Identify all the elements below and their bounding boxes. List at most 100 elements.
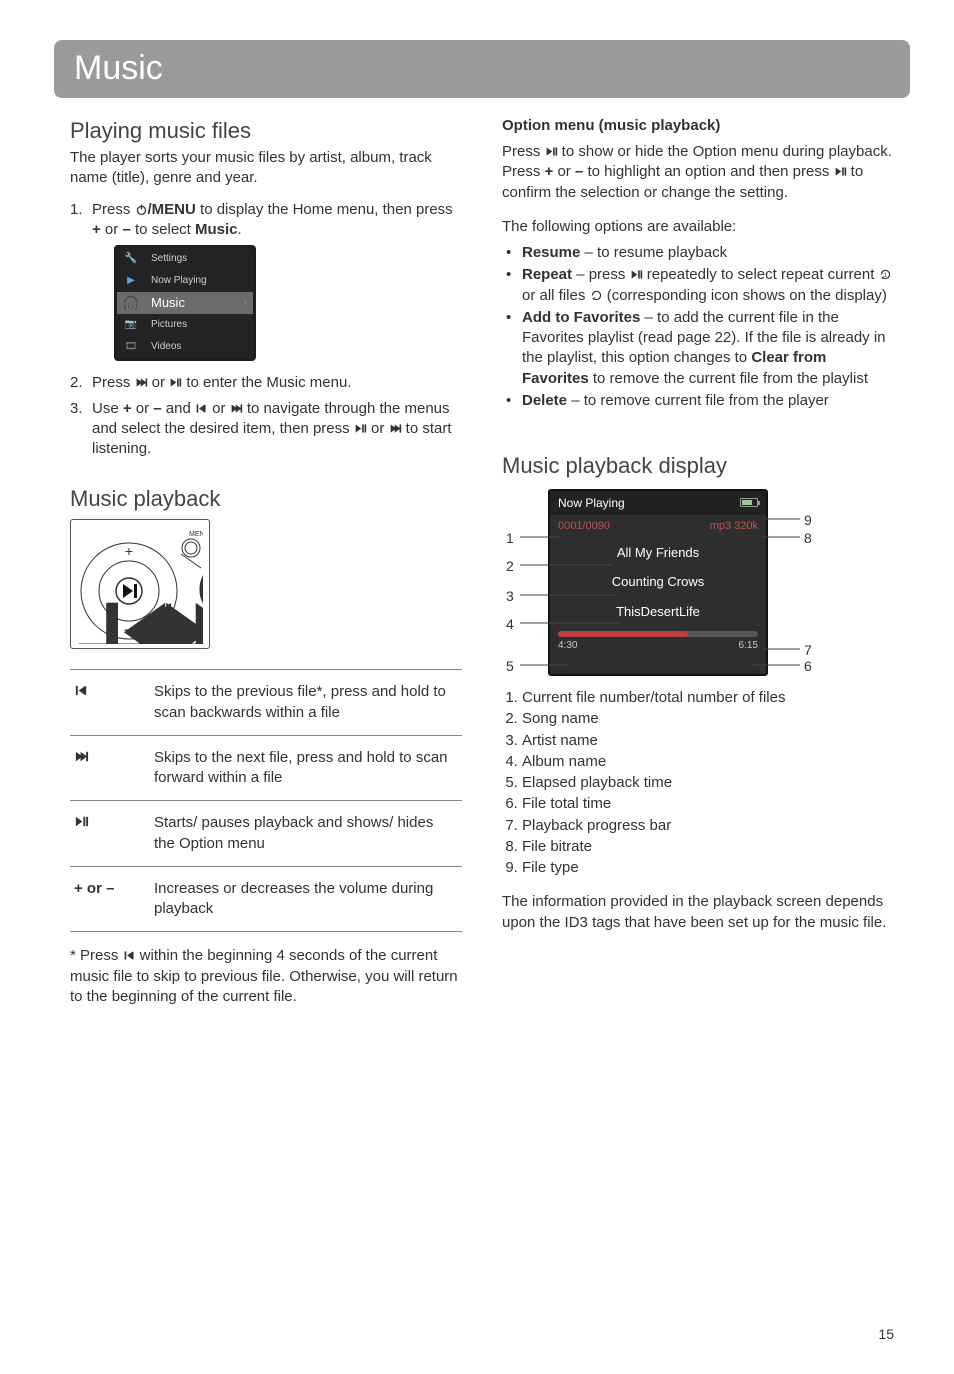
option-menu-intro: Press to show or hide the Option menu du… [502,142,894,203]
film-icon: 🎞 [117,340,145,354]
options-list: Resume – to resume playback Repeat – pre… [502,243,894,411]
now-playing-screen: Now Playing 0001/0090 mp3 320k All My Fr… [548,489,768,676]
prev-icon [74,683,89,698]
page-title: Music [74,46,890,92]
intro-text: The player sorts your music files by art… [70,148,462,189]
legend-item: File total time [522,794,894,814]
headphones-icon: 🎧 [117,293,145,312]
svg-text:+: + [125,543,133,559]
menu-row-settings: 🔧 Settings [117,248,253,270]
play-pause-icon [545,145,558,158]
prev-icon-cell [70,670,150,736]
progress-bar [558,631,758,637]
np-counter: 0001/0090 [558,519,610,534]
step-1: Press /MENU to display the Home menu, th… [70,200,462,361]
legend-item: Artist name [522,731,894,751]
legend-item: Album name [522,752,894,772]
np-total: 6:15 [739,639,758,653]
play-pause-icon [630,268,643,281]
option-menu-heading: Option menu (music playback) [502,116,894,136]
play-pause-icon [834,165,847,178]
np-title: Now Playing [558,495,625,511]
volume-label: + or – [70,866,150,932]
next-icon [230,402,243,415]
control-desc: Starts/ pauses playback and shows/ hides… [150,801,462,867]
battery-icon [740,498,758,507]
footnote: * Press within the beginning 4 seconds o… [70,946,462,1007]
menu-row-videos: 🎞 Videos [117,336,253,358]
chevron-right-icon: › [244,296,253,310]
control-row-prev: Skips to the previous file*, press and h… [70,670,462,736]
menu-row-music: 🎧 Music › [117,292,253,314]
repeat-one-icon [879,268,892,281]
heading-playback-display: Music playback display [502,451,894,481]
legend-item: Current file number/total number of file… [522,688,894,708]
page-number: 15 [878,1325,894,1344]
np-artist: Counting Crows [550,567,766,597]
power-icon [135,203,148,216]
now-playing-diagram: 1 2 3 4 5 9 8 7 6 Now Playing 0001/0090 … [502,489,894,676]
play-pause-icon [74,814,89,829]
callout-6: 6 [804,657,812,676]
playpause-icon-cell [70,801,150,867]
controller-diagram: MENU + – [70,519,210,649]
legend-item: File type [522,858,894,878]
step-3: Use + or – and or to navigate through th… [70,399,462,460]
callout-8: 8 [804,529,812,548]
control-row-volume: + or – Increases or decreases the volume… [70,866,462,932]
callout-2: 2 [506,557,514,576]
page-title-band: Music [54,40,910,98]
legend-item: File bitrate [522,837,894,857]
svg-text:MENU: MENU [189,531,203,538]
display-legend: Current file number/total number of file… [502,688,894,878]
np-elapsed: 4:30 [558,639,577,653]
left-column: Playing music files The player sorts you… [70,116,462,1013]
device-menu-mock: 🔧 Settings ▶ Now Playing 🎧 Music › 📷 [114,245,256,361]
np-album: ThisDesertLife [550,597,766,627]
callout-9: 9 [804,511,812,530]
np-bitrate: mp3 320k [710,519,758,534]
callout-3: 3 [506,587,514,606]
controls-table: Skips to the previous file*, press and h… [70,669,462,932]
prev-icon [123,949,136,962]
heading-playing-music-files: Playing music files [70,116,462,146]
repeat-all-icon [590,289,603,302]
control-desc: Skips to the next file, press and hold t… [150,735,462,801]
option-favorites: Add to Favorites – to add the current fi… [502,308,894,389]
wrench-icon: 🔧 [117,252,145,266]
steps-list: Press /MENU to display the Home menu, th… [70,200,462,460]
options-available: The following options are available: [502,217,894,237]
np-counter-row: 0001/0090 mp3 320k [550,515,766,538]
callout-5: 5 [506,657,514,676]
np-progress: 4:30 6:15 [550,627,766,657]
step-2: Press or to enter the Music menu. [70,373,462,393]
play-pause-icon [354,422,367,435]
control-row-playpause: Starts/ pauses playback and shows/ hides… [70,801,462,867]
control-desc: Skips to the previous file*, press and h… [150,670,462,736]
legend-item: Elapsed playback time [522,773,894,793]
right-column: Option menu (music playback) Press to sh… [502,116,894,1013]
next-icon [135,376,148,389]
play-icon: ▶ [117,274,145,288]
np-song: All My Friends [550,538,766,568]
camera-icon: 📷 [117,318,145,332]
control-row-next: Skips to the next file, press and hold t… [70,735,462,801]
option-resume: Resume – to resume playback [502,243,894,263]
heading-music-playback: Music playback [70,484,462,514]
menu-row-now-playing: ▶ Now Playing [117,270,253,292]
next-icon [74,749,89,764]
option-repeat: Repeat – press repeatedly to select repe… [502,265,894,306]
next-icon-cell [70,735,150,801]
np-title-bar: Now Playing [550,491,766,515]
option-delete: Delete – to remove current file from the… [502,391,894,411]
next-icon [389,422,402,435]
control-desc: Increases or decreases the volume during… [150,866,462,932]
prev-icon [195,402,208,415]
play-pause-icon [169,376,182,389]
closing-text: The information provided in the playback… [502,892,894,933]
callout-1: 1 [506,529,514,548]
menu-row-pictures: 📷 Pictures [117,314,253,336]
legend-item: Song name [522,709,894,729]
legend-item: Playback progress bar [522,816,894,836]
callout-4: 4 [506,615,514,634]
